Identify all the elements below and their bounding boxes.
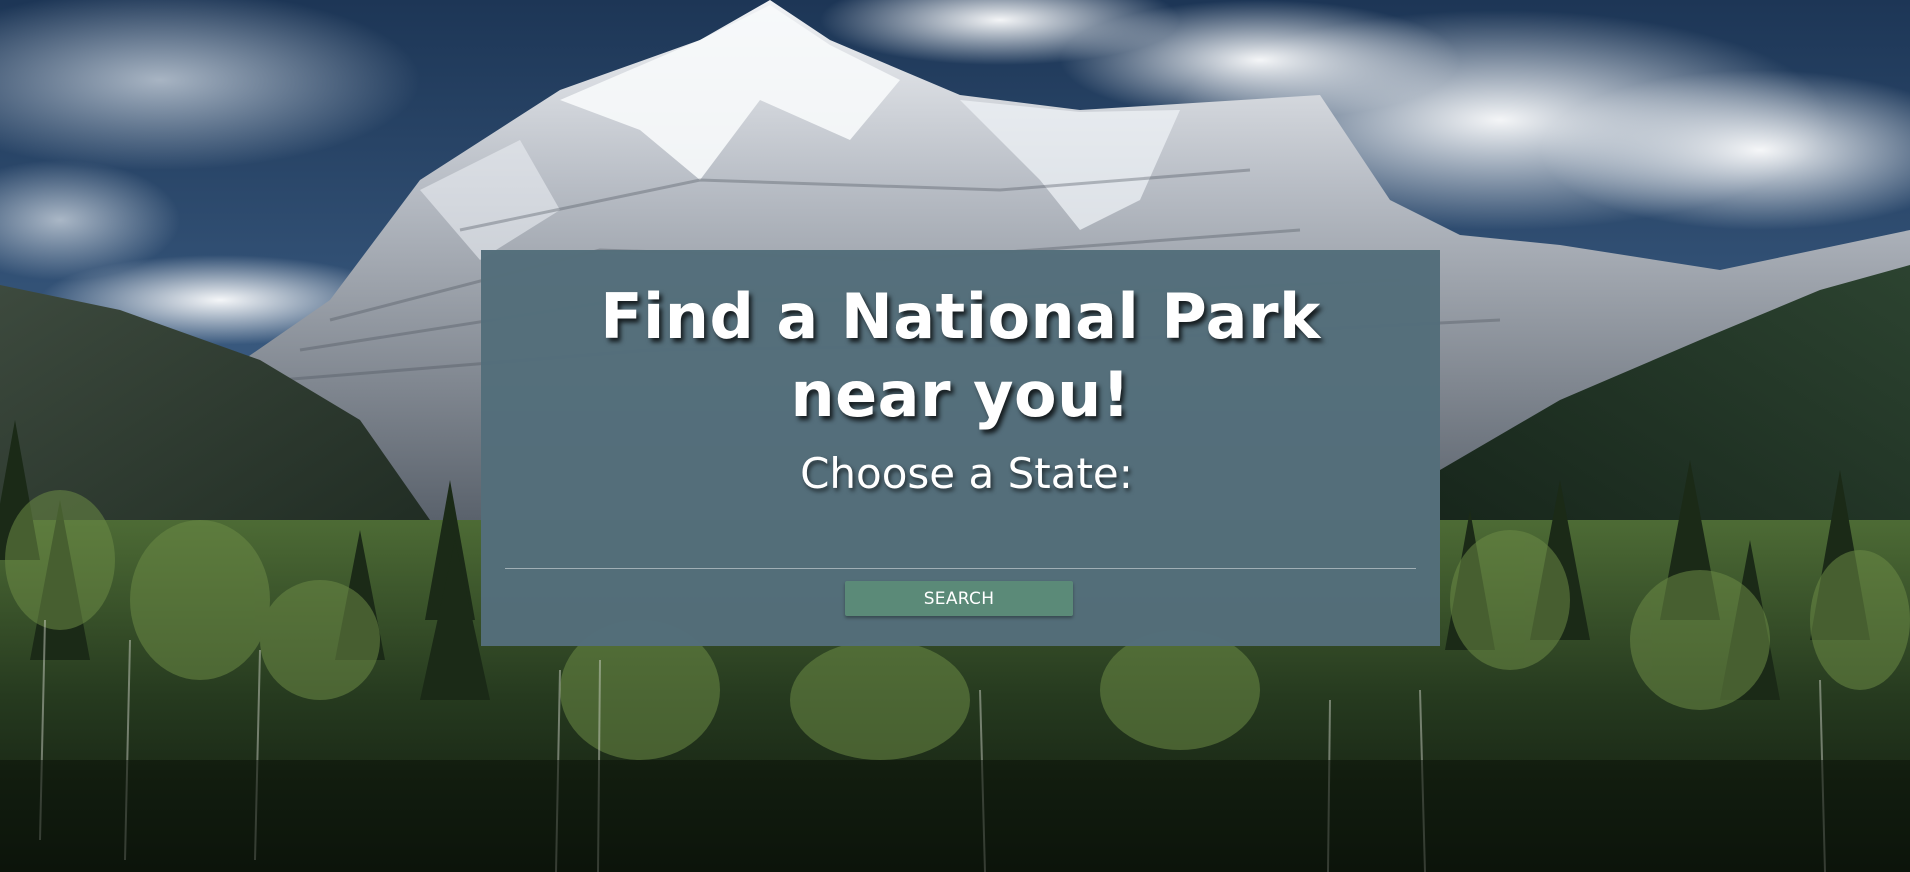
- search-button[interactable]: SEARCH: [845, 581, 1073, 616]
- state-label: Choose a State:: [800, 449, 1133, 498]
- search-panel: Find a National Park near you! Choose a …: [481, 250, 1440, 646]
- state-select[interactable]: [505, 522, 1416, 568]
- hero-section: Find a National Park near you! Choose a …: [0, 0, 1910, 872]
- state-select-underline: [505, 568, 1416, 569]
- page-title: Find a National Park near you!: [600, 280, 1321, 431]
